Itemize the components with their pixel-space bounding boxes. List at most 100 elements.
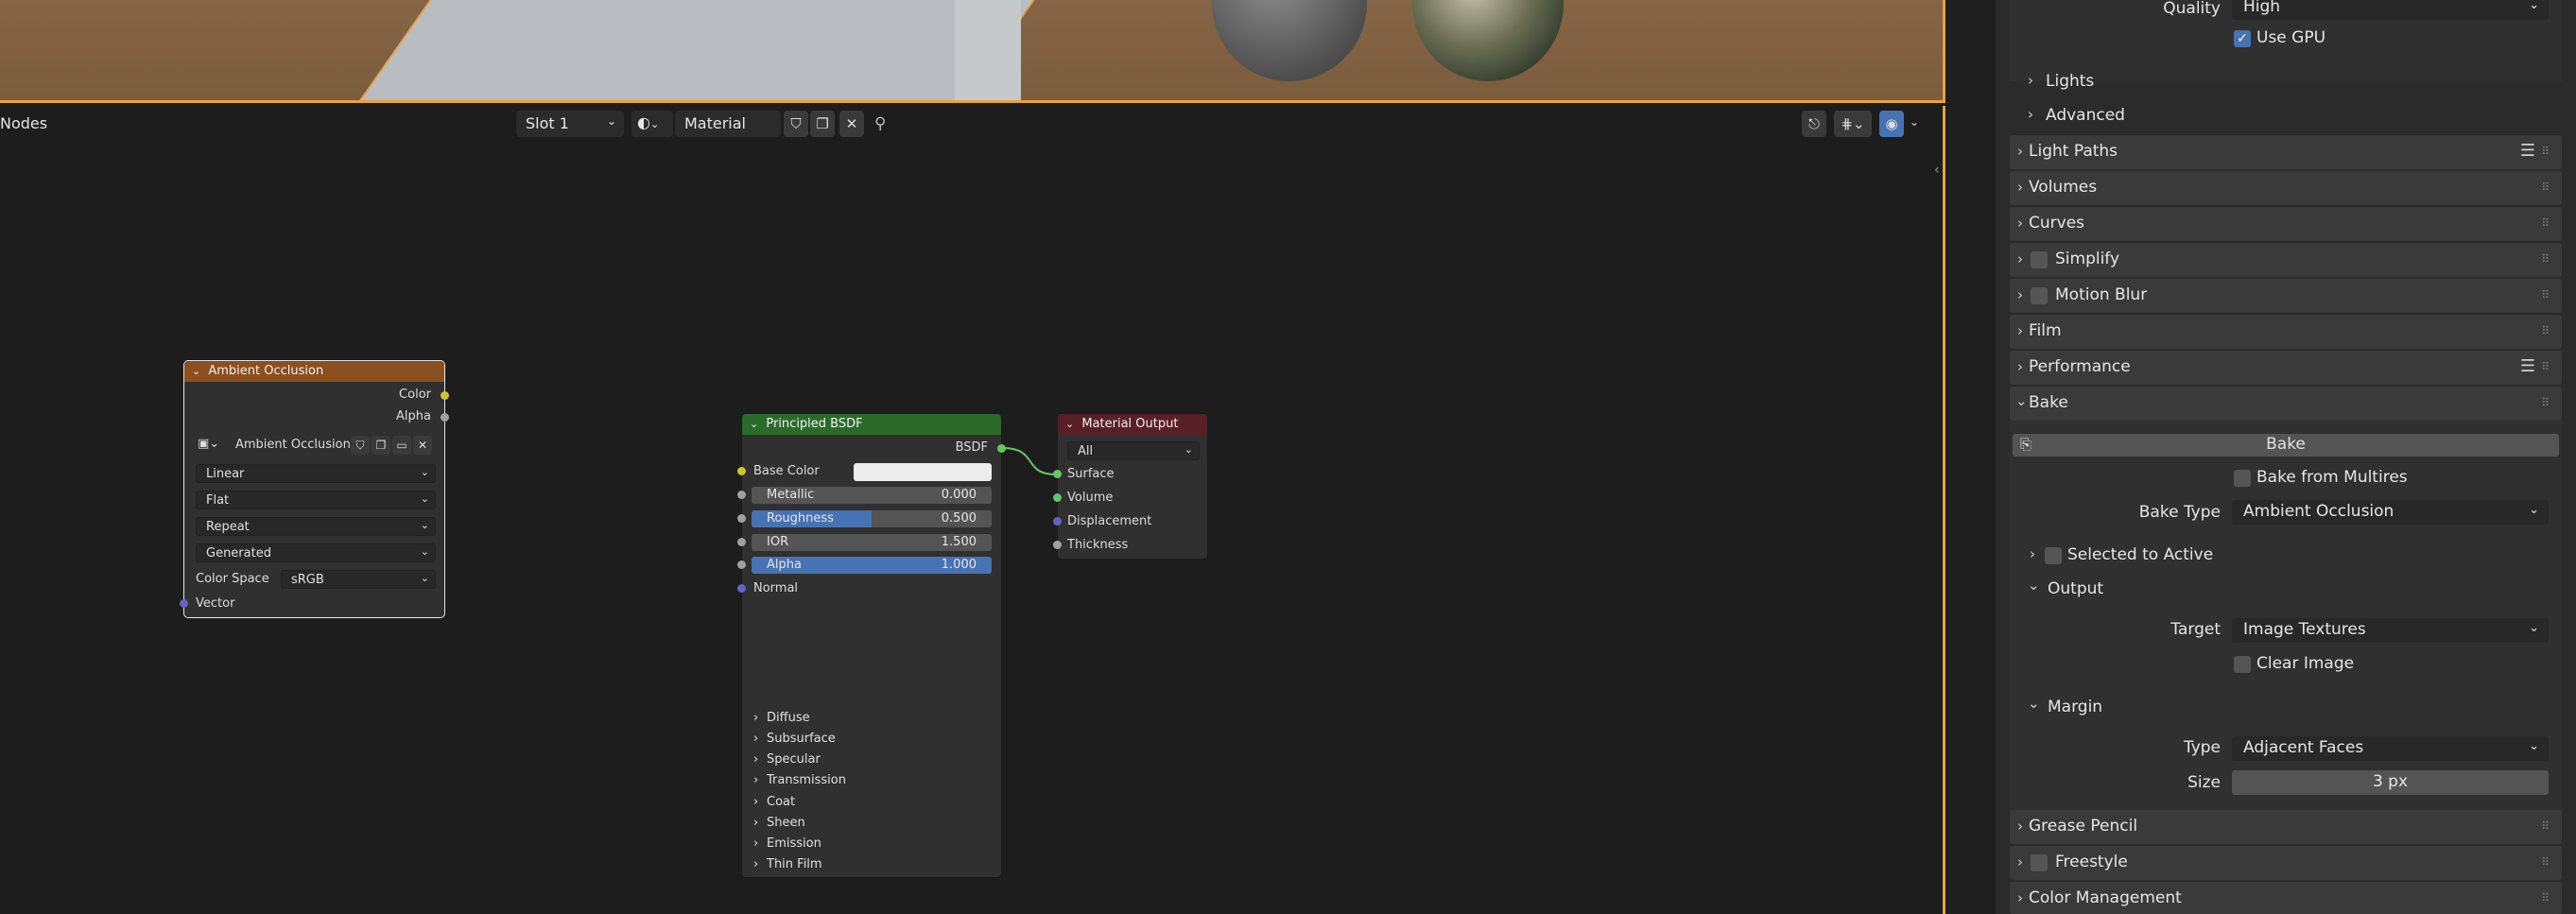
- viewport-wall-mesh-2: [955, 0, 1021, 100]
- selected-to-active-header[interactable]: Selected to Active: [2067, 545, 2213, 564]
- collapse-chevron-icon[interactable]: ⌄: [1065, 418, 1074, 430]
- chevron-right-icon: ›: [2017, 818, 2023, 835]
- simplify-checkbox[interactable]: [2031, 251, 2048, 268]
- 3d-viewport[interactable]: [0, 0, 1945, 103]
- panel-performance[interactable]: › Performance ☰ ⠿: [2010, 351, 2562, 385]
- drag-grip-icon[interactable]: ⠿: [2541, 891, 2550, 905]
- properties-editor[interactable]: Quality High ⌄ ✓ Use GPU › Lights › Advan…: [1948, 0, 2576, 914]
- panel-label: Performance: [2029, 357, 2131, 376]
- quality-dropdown[interactable]: High ⌄: [2232, 0, 2549, 20]
- drag-grip-icon[interactable]: ⠿: [2541, 288, 2550, 302]
- chevron-down-icon: ⌄: [2529, 621, 2539, 635]
- drag-grip-icon[interactable]: ⠿: [2541, 855, 2550, 869]
- margin-size-field[interactable]: 3 px: [2232, 770, 2549, 795]
- shader-node-editor[interactable]: Nodes Slot 1 ⌄ ◐⌄ Material ⛉ ❐ ✕ ⚲ ⎋ ⋕⌄ …: [0, 106, 1945, 914]
- chevron-right-icon: ›: [2017, 215, 2023, 232]
- panel-label: Light Paths: [2029, 142, 2118, 161]
- socket-label: Displacement: [1067, 514, 1152, 528]
- drag-grip-icon[interactable]: ⠿: [2541, 324, 2550, 337]
- drag-grip-icon[interactable]: ⠿: [2541, 145, 2550, 158]
- lights-subpanel-header[interactable]: Lights: [2046, 72, 2094, 91]
- motion-blur-checkbox[interactable]: [2031, 287, 2048, 304]
- volume-input-row: Volume: [1053, 490, 1207, 509]
- drag-grip-icon[interactable]: ⠿: [2541, 216, 2550, 230]
- bake-button-label: Bake: [2266, 435, 2306, 454]
- clear-image-label: Clear Image: [2256, 654, 2355, 673]
- panel-volumes[interactable]: › Volumes ⠿: [2010, 171, 2562, 205]
- chevron-right-icon: ›: [2017, 286, 2023, 303]
- chevron-down-icon[interactable]: ⌄: [2028, 695, 2040, 712]
- drag-grip-icon[interactable]: ⠿: [2541, 819, 2550, 833]
- panel-label: Grease Pencil: [2029, 817, 2138, 836]
- node-header[interactable]: ⌄ Material Output: [1058, 414, 1207, 435]
- chevron-down-icon[interactable]: ⌄: [2028, 577, 2040, 594]
- bake-button[interactable]: ⎘ Bake: [2013, 434, 2559, 457]
- panel-label: Freestyle: [2055, 853, 2128, 871]
- panel-label: Simplify: [2055, 250, 2120, 268]
- drag-grip-icon[interactable]: ⠿: [2541, 252, 2550, 266]
- properties-tab-strip: [1948, 0, 1996, 914]
- bake-from-multires-checkbox[interactable]: [2234, 470, 2251, 487]
- presets-list-icon[interactable]: ☰: [2520, 141, 2535, 161]
- dropdown-value: Ambient Occlusion: [2243, 502, 2394, 521]
- panel-simplify[interactable]: › Simplify ⠿: [2010, 243, 2562, 277]
- displacement-input-row: Displacement: [1053, 513, 1207, 532]
- chevron-right-icon[interactable]: ›: [2028, 106, 2033, 123]
- panel-light-paths[interactable]: › Light Paths ☰ ⠿: [2010, 135, 2562, 169]
- selected-to-active-checkbox[interactable]: [2045, 547, 2062, 564]
- volume-input-socket[interactable]: [1053, 493, 1062, 502]
- target-dropdown[interactable]: Image Textures ⌄: [2232, 618, 2549, 643]
- bake-type-dropdown[interactable]: Ambient Occlusion ⌄: [2232, 500, 2549, 525]
- drag-grip-icon[interactable]: ⠿: [2541, 181, 2550, 194]
- panel-grease-pencil[interactable]: › Grease Pencil ⠿: [2010, 810, 2562, 844]
- panel-label: Bake: [2029, 393, 2068, 412]
- panel-freestyle[interactable]: › Freestyle ⠿: [2010, 846, 2562, 880]
- clear-image-checkbox[interactable]: [2234, 656, 2251, 673]
- panel-film[interactable]: › Film ⠿: [2010, 315, 2562, 349]
- drag-grip-icon[interactable]: ⠿: [2541, 360, 2550, 373]
- material-output-node[interactable]: ⌄ Material Output All ⌄ Surface Volume Di…: [1053, 413, 1208, 560]
- freestyle-checkbox[interactable]: [2031, 854, 2048, 871]
- dropdown-value: Adjacent Faces: [2243, 738, 2364, 757]
- bake-type-label: Bake Type: [2138, 503, 2221, 522]
- bake-from-multires-label: Bake from Multires: [2256, 468, 2408, 487]
- node-links: [1001, 447, 1058, 475]
- chevron-right-icon: ›: [2017, 143, 2023, 160]
- drag-grip-icon[interactable]: ⠿: [2541, 396, 2550, 409]
- panel-curves[interactable]: › Curves ⠿: [2010, 207, 2562, 241]
- surface-input-socket[interactable]: [1053, 470, 1062, 478]
- margin-type-label: Type: [2183, 738, 2221, 757]
- panel-label: Color Management: [2029, 888, 2182, 907]
- surface-input-row: Surface: [1053, 466, 1207, 485]
- chevron-right-icon: ›: [2017, 179, 2023, 196]
- field-value: 3 px: [2372, 772, 2409, 791]
- advanced-subpanel-header[interactable]: Advanced: [2046, 106, 2125, 125]
- panel-motion-blur[interactable]: › Motion Blur ⠿: [2010, 279, 2562, 313]
- use-gpu-checkbox[interactable]: ✓: [2234, 30, 2251, 47]
- chevron-down-icon: ⌄: [2015, 392, 2028, 409]
- panel-bake[interactable]: ⌄ Bake ⠿: [2010, 387, 2562, 421]
- margin-size-label: Size: [2187, 773, 2221, 792]
- panel-color-management[interactable]: › Color Management ⠿: [2010, 882, 2562, 914]
- chevron-right-icon[interactable]: ›: [2028, 72, 2033, 89]
- presets-list-icon[interactable]: ☰: [2520, 356, 2535, 376]
- panel-label: Film: [2029, 321, 2062, 340]
- quality-label: Quality: [2163, 0, 2221, 18]
- chevron-right-icon: ›: [2017, 358, 2023, 375]
- panel-label: Motion Blur: [2055, 285, 2148, 304]
- blender-window: Nodes Slot 1 ⌄ ◐⌄ Material ⛉ ❐ ✕ ⚲ ⎋ ⋕⌄ …: [0, 0, 2576, 914]
- chevron-down-icon: ⌄: [2529, 739, 2539, 753]
- thickness-input-socket[interactable]: [1053, 541, 1062, 549]
- dropdown-value: All: [1078, 444, 1094, 458]
- output-subpanel-header[interactable]: Output: [2048, 579, 2103, 598]
- use-gpu-label: Use GPU: [2256, 28, 2326, 47]
- chevron-right-icon[interactable]: ›: [2030, 545, 2035, 562]
- margin-type-dropdown[interactable]: Adjacent Faces ⌄: [2232, 736, 2549, 761]
- displacement-input-socket[interactable]: [1053, 517, 1062, 526]
- bsdf-surface-link: [1001, 447, 1058, 475]
- panel-label: Curves: [2029, 214, 2085, 233]
- margin-subpanel-header[interactable]: Margin: [2048, 698, 2102, 716]
- chevron-down-icon: ⌄: [2529, 0, 2539, 12]
- socket-label: Volume: [1067, 491, 1114, 505]
- output-target-dropdown[interactable]: All ⌄: [1067, 441, 1200, 460]
